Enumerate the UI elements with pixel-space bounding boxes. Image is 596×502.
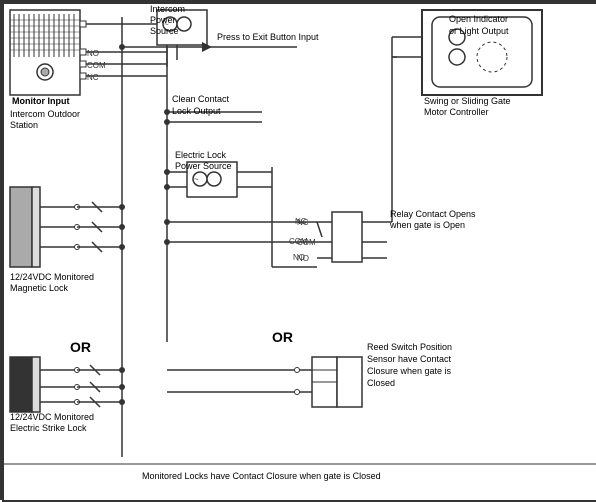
svg-text:12/24VDC Monitored: 12/24VDC Monitored	[10, 412, 94, 422]
svg-text:Station: Station	[10, 120, 38, 130]
svg-text:Closure when gate is: Closure when gate is	[367, 366, 452, 376]
svg-text:when gate is Open: when gate is Open	[389, 220, 465, 230]
svg-text:OR: OR	[272, 329, 293, 345]
svg-text:Relay Contact Opens: Relay Contact Opens	[390, 209, 476, 219]
svg-text:COM: COM	[289, 237, 308, 246]
svg-text:Motor Controller: Motor Controller	[424, 107, 489, 117]
svg-text:Monitor Input: Monitor Input	[12, 96, 69, 106]
svg-text:NO: NO	[87, 49, 99, 58]
svg-text:Reed Switch Position: Reed Switch Position	[367, 342, 452, 352]
svg-text:Open Indicator: Open Indicator	[449, 14, 508, 24]
svg-text:Swing or Sliding Gate: Swing or Sliding Gate	[424, 96, 511, 106]
wiring-diagram: NO COM NC Monitor Input ~	[0, 0, 596, 500]
svg-text:NC: NC	[295, 217, 307, 226]
svg-text:NC: NC	[87, 73, 99, 82]
svg-text:Sensor have Contact: Sensor have Contact	[367, 354, 452, 364]
svg-text:Magnetic Lock: Magnetic Lock	[10, 283, 69, 293]
svg-text:Power Source: Power Source	[175, 161, 232, 171]
svg-text:NO: NO	[293, 253, 305, 262]
svg-text:Intercom: Intercom	[150, 4, 185, 14]
svg-text:OR: OR	[70, 339, 91, 355]
svg-text:~: ~	[194, 175, 199, 184]
svg-text:Power: Power	[150, 15, 176, 25]
svg-text:or Light Output: or Light Output	[449, 26, 509, 36]
svg-text:12/24VDC Monitored: 12/24VDC Monitored	[10, 272, 94, 282]
svg-text:Lock Output: Lock Output	[172, 106, 221, 116]
svg-text:Electric Strike Lock: Electric Strike Lock	[10, 423, 87, 433]
svg-text:Source: Source	[150, 26, 179, 36]
svg-text:Clean Contact: Clean Contact	[172, 94, 230, 104]
svg-text:Monitored Locks have Contact C: Monitored Locks have Contact Closure whe…	[142, 471, 381, 481]
svg-text:Electric Lock: Electric Lock	[175, 150, 227, 160]
svg-text:Closed: Closed	[367, 378, 395, 388]
svg-text:Press to Exit Button Input: Press to Exit Button Input	[217, 32, 319, 42]
svg-text:COM: COM	[87, 61, 106, 70]
svg-text:Intercom Outdoor: Intercom Outdoor	[10, 109, 80, 119]
